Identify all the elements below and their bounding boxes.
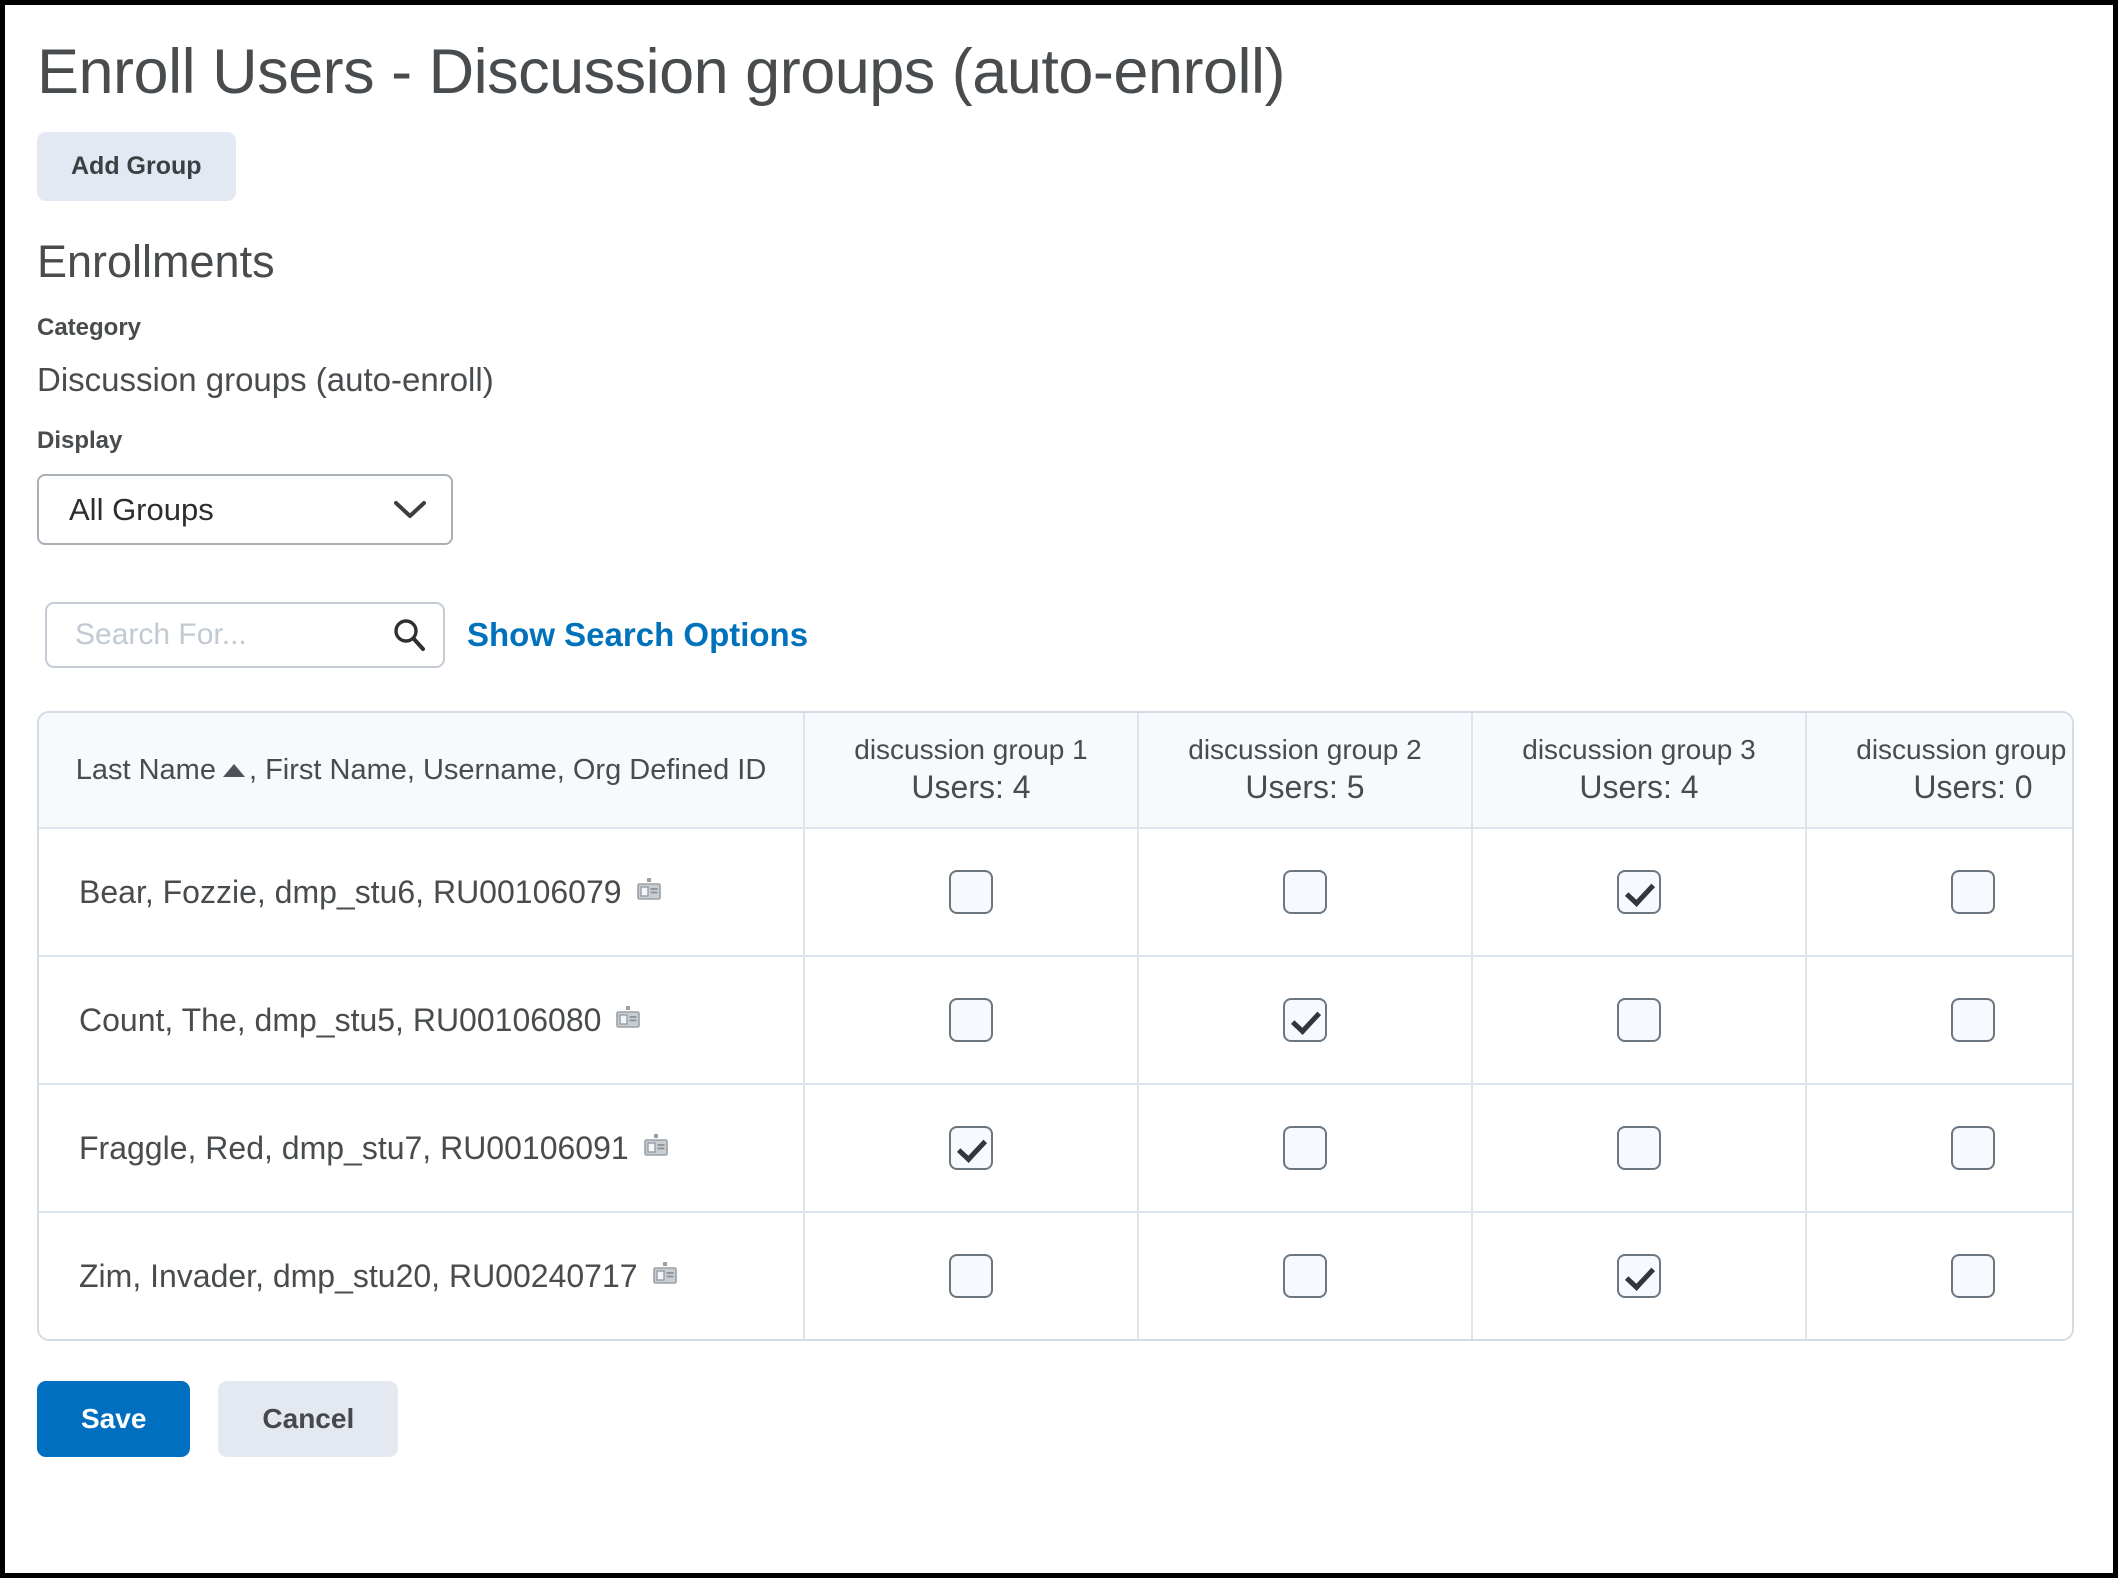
enrollment-cell-group-3 bbox=[1472, 1084, 1807, 1214]
page-title: Enroll Users - Discussion groups (auto-e… bbox=[37, 37, 1285, 107]
enrollments-heading: Enrollments bbox=[37, 235, 275, 287]
table-header-row: Last Name , First Name, Username, Org Def… bbox=[39, 713, 2074, 830]
enrollment-checkbox[interactable] bbox=[1617, 998, 1661, 1043]
enrollment-checkbox[interactable] bbox=[949, 1254, 993, 1299]
column-header-name[interactable]: Last Name , First Name, Username, Org Def… bbox=[39, 713, 805, 830]
group-user-count: Users: 5 bbox=[1245, 769, 1365, 806]
enrollment-checkbox[interactable] bbox=[1283, 998, 1327, 1043]
search-row: Show Search Options bbox=[45, 602, 2083, 669]
search-box bbox=[45, 602, 445, 669]
enrollment-checkbox[interactable] bbox=[1951, 870, 1995, 915]
group-user-count: Users: 4 bbox=[1579, 769, 1699, 806]
enrollment-cell-group-4 bbox=[1806, 1084, 2072, 1214]
enrollment-checkbox[interactable] bbox=[1951, 998, 1995, 1043]
enrollment-cell-group-1 bbox=[804, 828, 1139, 958]
enrollment-checkbox[interactable] bbox=[1617, 1254, 1661, 1299]
enrollment-cell-group-1 bbox=[804, 1084, 1139, 1214]
user-label: Count, The, dmp_stu5, RU00106080 bbox=[79, 1001, 602, 1038]
enrollment-checkbox[interactable] bbox=[949, 998, 993, 1043]
column-header-group-4[interactable]: discussion group 4 Users: 0 bbox=[1806, 713, 2074, 830]
enrollment-checkbox[interactable] bbox=[1283, 870, 1327, 915]
id-badge-icon bbox=[634, 876, 664, 906]
user-cell: Zim, Invader, dmp_stu20, RU00240717 bbox=[39, 1212, 805, 1340]
id-badge-icon bbox=[613, 1004, 643, 1034]
display-select-wrapper: All Groups bbox=[37, 474, 453, 546]
table-head: Last Name , First Name, Username, Org Def… bbox=[39, 713, 2074, 830]
enrollment-checkbox[interactable] bbox=[1951, 1254, 1995, 1299]
user-label: Fraggle, Red, dmp_stu7, RU00106091 bbox=[79, 1129, 629, 1166]
group-name: discussion group 1 bbox=[854, 734, 1088, 766]
search-input[interactable] bbox=[47, 604, 443, 667]
enrollment-cell-group-4 bbox=[1806, 1212, 2072, 1339]
enroll-users-page: Enroll Users - Discussion groups (auto-e… bbox=[0, 0, 2118, 1578]
enrollment-cell-group-4 bbox=[1806, 828, 2072, 958]
user-cell: Count, The, dmp_stu5, RU00106080 bbox=[39, 956, 805, 1086]
column-header-group-3[interactable]: discussion group 3 Users: 4 bbox=[1472, 713, 1807, 830]
table-row: Bear, Fozzie, dmp_stu6, RU00106079 bbox=[39, 828, 2072, 958]
column-header-last-name: Last Name bbox=[75, 753, 216, 786]
enrollment-cell-group-1 bbox=[804, 956, 1139, 1086]
id-badge-icon bbox=[650, 1260, 680, 1290]
category-value: Discussion groups (auto-enroll) bbox=[37, 360, 494, 398]
enrollments-table: Last Name , First Name, Username, Org Def… bbox=[39, 713, 2074, 1340]
user-label: Zim, Invader, dmp_stu20, RU00240717 bbox=[79, 1257, 638, 1294]
display-select[interactable]: All Groups bbox=[37, 474, 453, 546]
enrollment-checkbox[interactable] bbox=[949, 1126, 993, 1171]
enrollment-checkbox[interactable] bbox=[949, 870, 993, 915]
enrollment-cell-group-3 bbox=[1472, 1212, 1807, 1340]
enrollments-table-wrapper: Last Name , First Name, Username, Org Def… bbox=[37, 711, 2074, 1342]
id-badge-icon bbox=[641, 1132, 671, 1162]
column-header-group-1[interactable]: discussion group 1 Users: 4 bbox=[804, 713, 1139, 830]
enrollment-cell-group-3 bbox=[1472, 828, 1807, 958]
save-button[interactable]: Save bbox=[37, 1381, 191, 1458]
enrollment-cell-group-4 bbox=[1806, 956, 2072, 1086]
footer-buttons: Save Cancel bbox=[37, 1381, 2083, 1458]
enrollment-checkbox[interactable] bbox=[1283, 1126, 1327, 1171]
column-header-group-2[interactable]: discussion group 2 Users: 5 bbox=[1138, 713, 1473, 830]
column-header-rest: , First Name, Username, Org Defined ID bbox=[248, 753, 767, 786]
table-row: Fraggle, Red, dmp_stu7, RU00106091 bbox=[39, 1084, 2072, 1214]
sort-ascending-caret-icon bbox=[222, 763, 245, 777]
enrollment-cell-group-2 bbox=[1138, 1212, 1473, 1340]
group-name: discussion group 4 bbox=[1856, 734, 2074, 766]
enrollment-cell-group-2 bbox=[1138, 956, 1473, 1086]
category-label: Category bbox=[37, 314, 142, 342]
enrollment-checkbox[interactable] bbox=[1617, 870, 1661, 915]
table-body: Bear, Fozzie, dmp_stu6, RU00106079 Count,… bbox=[39, 828, 2072, 1340]
enrollment-cell-group-2 bbox=[1138, 828, 1473, 958]
group-user-count: Users: 4 bbox=[911, 769, 1031, 806]
search-icon[interactable] bbox=[387, 613, 431, 657]
group-name: discussion group 3 bbox=[1522, 734, 1756, 766]
enrollment-checkbox[interactable] bbox=[1951, 1126, 1995, 1171]
enrollment-checkbox[interactable] bbox=[1617, 1126, 1661, 1171]
show-search-options-link[interactable]: Show Search Options bbox=[467, 616, 808, 654]
table-row: Zim, Invader, dmp_stu20, RU00240717 bbox=[39, 1212, 2072, 1340]
enrollment-cell-group-3 bbox=[1472, 956, 1807, 1086]
user-label: Bear, Fozzie, dmp_stu6, RU00106079 bbox=[79, 873, 622, 910]
cancel-button[interactable]: Cancel bbox=[218, 1381, 399, 1458]
enrollment-checkbox[interactable] bbox=[1283, 1254, 1327, 1299]
group-user-count: Users: 0 bbox=[1913, 769, 2033, 806]
group-name: discussion group 2 bbox=[1188, 734, 1422, 766]
enrollment-cell-group-1 bbox=[804, 1212, 1139, 1340]
display-label: Display bbox=[37, 427, 123, 455]
add-group-button[interactable]: Add Group bbox=[37, 131, 236, 201]
user-cell: Bear, Fozzie, dmp_stu6, RU00106079 bbox=[39, 828, 805, 958]
table-row: Count, The, dmp_stu5, RU00106080 bbox=[39, 956, 2072, 1086]
user-cell: Fraggle, Red, dmp_stu7, RU00106091 bbox=[39, 1084, 805, 1214]
enrollment-cell-group-2 bbox=[1138, 1084, 1473, 1214]
